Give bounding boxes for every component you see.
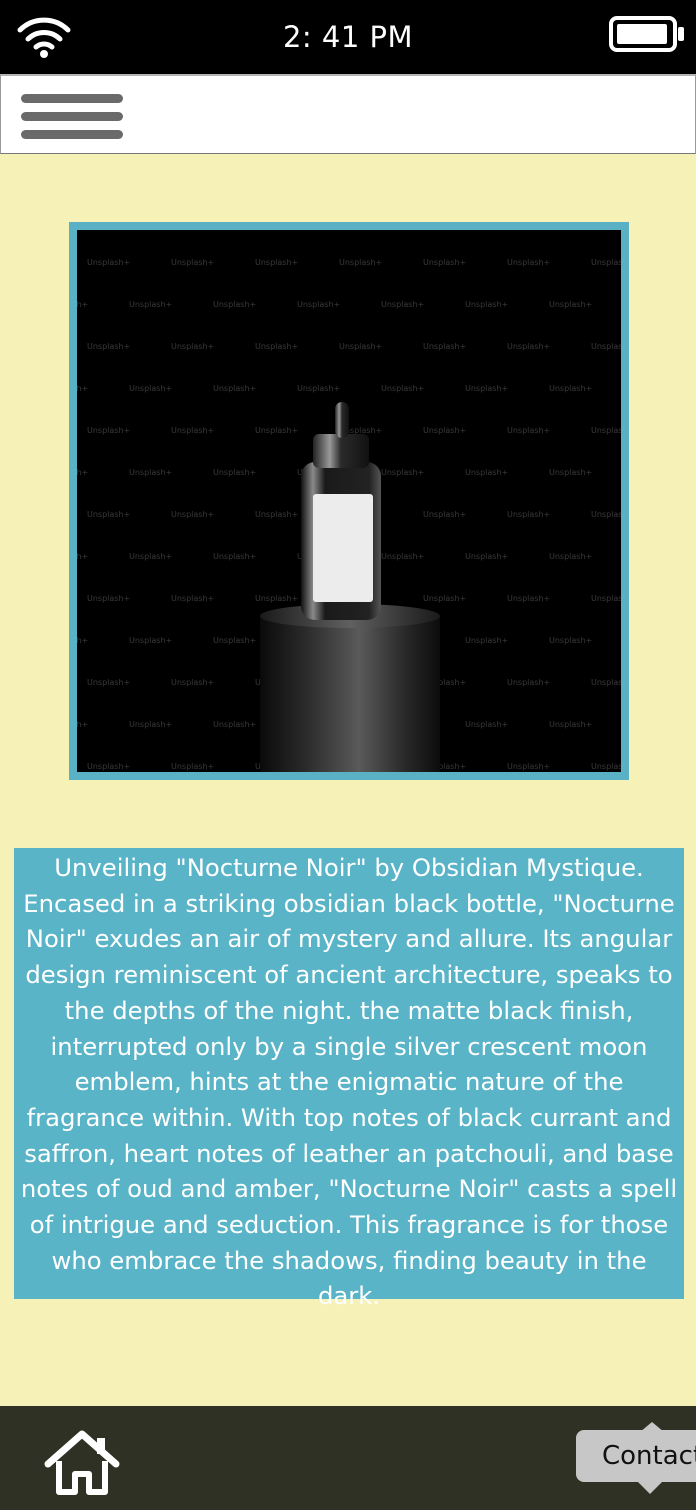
perfume-bottle-illustration [260, 402, 440, 772]
product-image-frame: Unsplash+ Unsplash+ Unsplash+ Unsplash+ Unsp… [69, 222, 629, 780]
contact-tooltip-tail-bottom [636, 1480, 664, 1494]
product-description-text: Unveiling "Nocturne Noir" by Obsidian My… [20, 853, 678, 1311]
battery-icon [609, 16, 684, 52]
product-description-box: Unveiling "Nocturne Noir" by Obsidian My… [14, 848, 684, 1310]
contact-button[interactable]: Contact [576, 1430, 696, 1482]
status-time: 2: 41 PM [282, 20, 414, 54]
hamburger-menu-icon[interactable] [17, 94, 127, 140]
perfume-bottle-image: Unsplash+ Unsplash+ Unsplash+ Unsplash+ Unsp… [77, 230, 621, 772]
bottom-nav-bar: Contact [0, 1406, 696, 1510]
home-icon[interactable] [42, 1428, 122, 1498]
status-bar: 2: 41 PM [0, 0, 696, 74]
top-nav-bar [0, 74, 696, 154]
